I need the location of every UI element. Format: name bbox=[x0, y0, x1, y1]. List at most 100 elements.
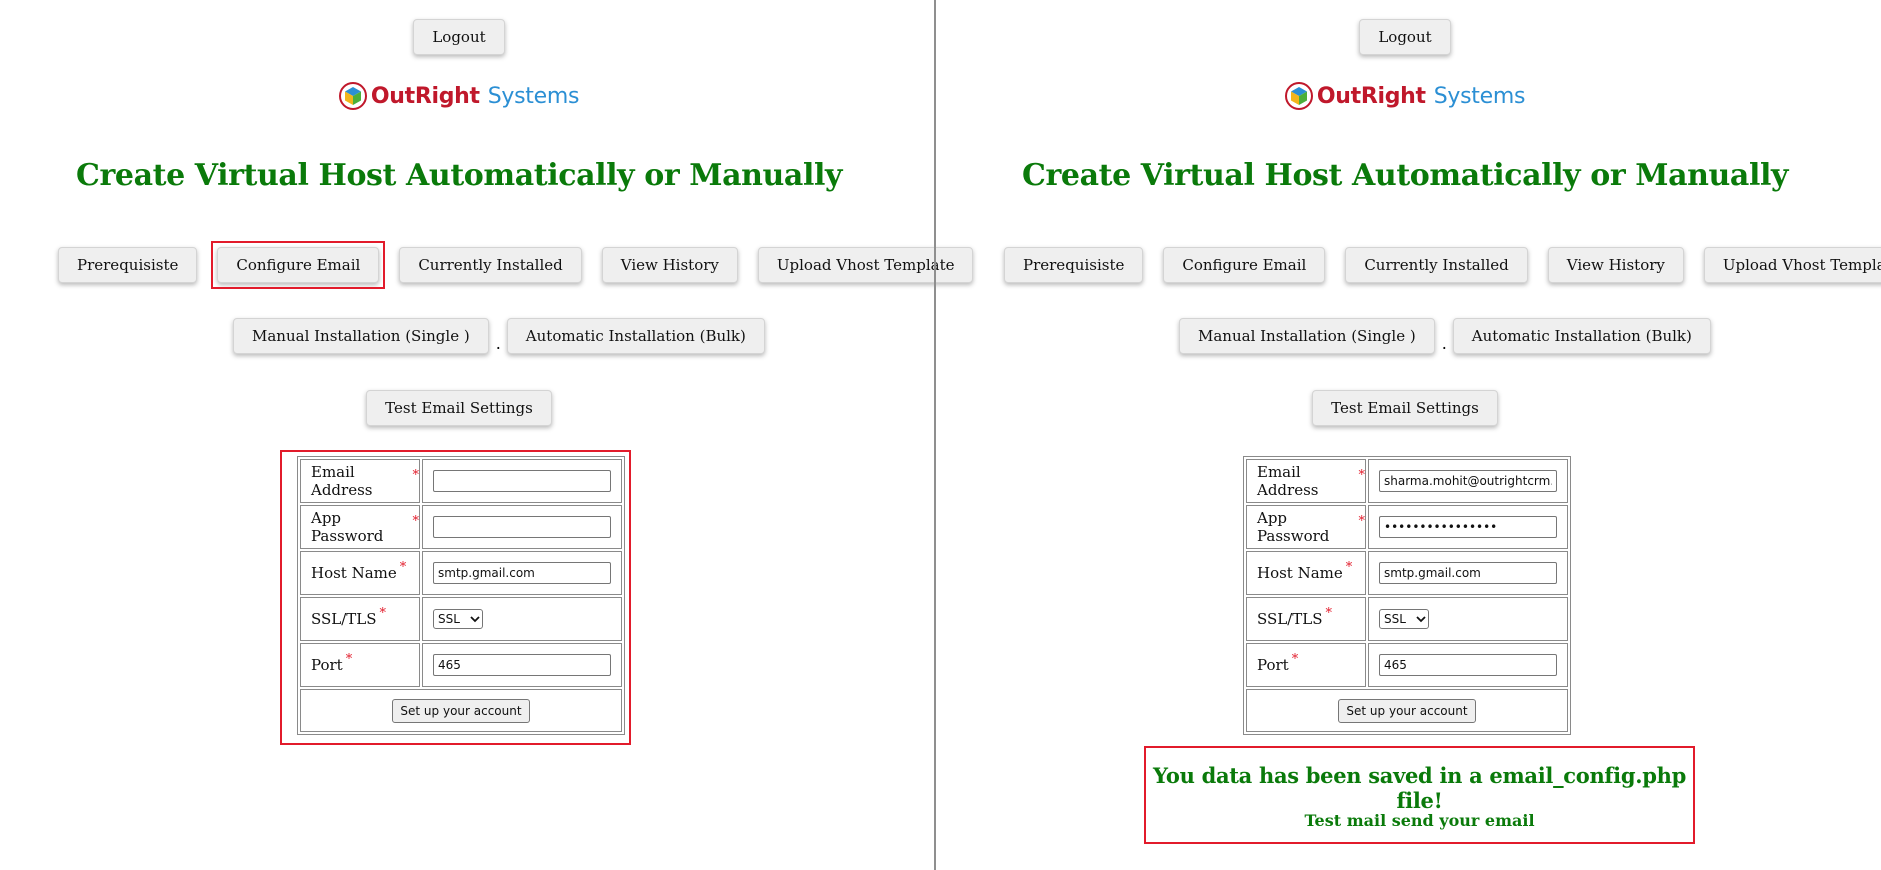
port-label: Port * bbox=[1246, 643, 1366, 687]
logout-row: Logout bbox=[0, 19, 918, 55]
form-row-email: Email Address * bbox=[300, 459, 622, 503]
cube-logo-icon bbox=[1284, 82, 1313, 110]
host-name-label: Host Name * bbox=[300, 551, 420, 595]
brand-logo: OutRight Systems bbox=[0, 82, 918, 110]
app-password-label-text: App Password bbox=[311, 509, 384, 545]
success-message-box: You data has been saved in a email_confi… bbox=[1144, 746, 1695, 844]
port-label: Port * bbox=[300, 643, 420, 687]
app-password-input[interactable] bbox=[433, 516, 611, 538]
email-address-label-text: Email Address bbox=[1257, 463, 1319, 499]
host-name-input[interactable] bbox=[1379, 562, 1557, 584]
email-address-label: Email Address * bbox=[300, 459, 420, 503]
app-password-label: App Password * bbox=[300, 505, 420, 549]
prerequisite-button[interactable]: Prerequisiste bbox=[1004, 247, 1144, 283]
required-marker: * bbox=[1358, 513, 1366, 529]
currently-installed-button[interactable]: Currently Installed bbox=[399, 247, 582, 283]
port-cell bbox=[1368, 643, 1568, 687]
app-password-label-text: App Password bbox=[1257, 509, 1330, 545]
required-marker: * bbox=[1291, 651, 1299, 667]
upload-vhost-template-button[interactable]: Upload Vhost Template bbox=[1703, 247, 1881, 283]
form-row-submit: Set up your account bbox=[1246, 689, 1568, 732]
page-title: Create Virtual Host Automatically or Man… bbox=[1022, 158, 1788, 193]
panel-divider bbox=[934, 0, 936, 870]
logo-word-systems: Systems bbox=[487, 83, 580, 109]
ssl-tls-select[interactable]: SSL bbox=[1379, 609, 1429, 629]
email-address-input[interactable] bbox=[1379, 470, 1557, 492]
view-history-button[interactable]: View History bbox=[601, 247, 738, 283]
set-up-account-button[interactable]: Set up your account bbox=[392, 698, 530, 723]
port-label-text: Port bbox=[1257, 656, 1289, 674]
app-password-cell bbox=[422, 505, 622, 549]
test-email-settings-button[interactable]: Test Email Settings bbox=[1312, 390, 1498, 426]
logo-word-outright: OutRight bbox=[1316, 83, 1426, 109]
prerequisite-button[interactable]: Prerequisiste bbox=[58, 247, 198, 283]
required-marker: * bbox=[1325, 605, 1333, 621]
right-panel: Logout OutRight Systems Create Virtual H… bbox=[946, 0, 1881, 870]
configure-email-label: Configure Email bbox=[236, 256, 361, 274]
upload-vhost-template-button[interactable]: Upload Vhost Template bbox=[757, 247, 974, 283]
form-row-email: Email Address * bbox=[1246, 459, 1568, 503]
nav-row-secondary: Manual Installation (Single ) . Automati… bbox=[1179, 318, 1711, 354]
logout-button[interactable]: Logout bbox=[1359, 19, 1451, 55]
submit-cell: Set up your account bbox=[1246, 689, 1568, 732]
host-name-label: Host Name * bbox=[1246, 551, 1366, 595]
ssl-tls-selected-value: SSL bbox=[1384, 612, 1406, 626]
email-address-cell bbox=[422, 459, 622, 503]
manual-installation-button[interactable]: Manual Installation (Single ) bbox=[1179, 318, 1435, 354]
ssl-tls-label: SSL/TLS * bbox=[1246, 597, 1366, 641]
form-row-host: Host Name * bbox=[300, 551, 622, 595]
host-name-input[interactable] bbox=[433, 562, 611, 584]
nav-row-secondary: Manual Installation (Single ) . Automati… bbox=[233, 318, 765, 354]
page-title: Create Virtual Host Automatically or Man… bbox=[76, 158, 842, 193]
nav-row-primary: Prerequisiste Configure Email Currently … bbox=[58, 241, 974, 289]
required-marker: * bbox=[379, 605, 387, 621]
test-email-row: Test Email Settings bbox=[946, 390, 1864, 426]
logout-row: Logout bbox=[946, 19, 1864, 55]
port-input[interactable] bbox=[1379, 654, 1557, 676]
email-address-label: Email Address * bbox=[1246, 459, 1366, 503]
logo-word-outright: OutRight bbox=[370, 83, 480, 109]
form-row-port: Port * bbox=[1246, 643, 1568, 687]
email-address-label-text: Email Address bbox=[311, 463, 373, 499]
port-input[interactable] bbox=[433, 654, 611, 676]
chevron-down-icon bbox=[470, 616, 480, 623]
ssl-tls-cell: SSL bbox=[422, 597, 622, 641]
app-password-input[interactable] bbox=[1379, 516, 1557, 538]
logout-button[interactable]: Logout bbox=[413, 19, 505, 55]
port-cell bbox=[422, 643, 622, 687]
test-email-row: Test Email Settings bbox=[0, 390, 918, 426]
form-row-ssl: SSL/TLS * SSL bbox=[300, 597, 622, 641]
required-marker: * bbox=[1358, 467, 1366, 483]
set-up-account-button[interactable]: Set up your account bbox=[1338, 698, 1476, 723]
automatic-installation-button[interactable]: Automatic Installation (Bulk) bbox=[506, 318, 765, 354]
nav-row-primary: Prerequisiste Configure Email Currently … bbox=[1004, 247, 1881, 283]
chevron-down-icon bbox=[1416, 616, 1426, 623]
test-mail-message: Test mail send your email bbox=[1304, 811, 1535, 830]
email-config-form: Email Address* App Password* Host Name* bbox=[1243, 456, 1571, 735]
view-history-button[interactable]: View History bbox=[1547, 247, 1684, 283]
ssl-tls-select[interactable]: SSL bbox=[433, 609, 483, 629]
automatic-installation-button[interactable]: Automatic Installation (Bulk) bbox=[1452, 318, 1711, 354]
currently-installed-button[interactable]: Currently Installed bbox=[1345, 247, 1528, 283]
ssl-tls-cell: SSL bbox=[1368, 597, 1568, 641]
configure-email-button[interactable]: Configure Email bbox=[1163, 247, 1326, 283]
configure-email-button[interactable]: Configure Email bbox=[211, 241, 386, 289]
form-row-host: Host Name * bbox=[1246, 551, 1568, 595]
nav-separator: . bbox=[1441, 333, 1447, 353]
ssl-tls-selected-value: SSL bbox=[438, 612, 460, 626]
host-name-label-text: Host Name bbox=[1257, 564, 1343, 582]
ssl-tls-label-text: SSL/TLS bbox=[311, 610, 377, 628]
test-email-settings-button[interactable]: Test Email Settings bbox=[366, 390, 552, 426]
app-password-label: App Password * bbox=[1246, 505, 1366, 549]
form-row-submit: Set up your account bbox=[300, 689, 622, 732]
host-name-cell bbox=[422, 551, 622, 595]
manual-installation-button[interactable]: Manual Installation (Single ) bbox=[233, 318, 489, 354]
saved-message: You data has been saved in a email_confi… bbox=[1153, 763, 1686, 813]
email-address-cell bbox=[1368, 459, 1568, 503]
logo-word-systems: Systems bbox=[1433, 83, 1526, 109]
nav-separator: . bbox=[495, 333, 501, 353]
email-address-input[interactable] bbox=[433, 470, 611, 492]
app-password-cell bbox=[1368, 505, 1568, 549]
required-marker: * bbox=[1345, 559, 1353, 575]
screenshot-stage: Logout OutRight Systems Create Virtual H… bbox=[0, 0, 1881, 870]
